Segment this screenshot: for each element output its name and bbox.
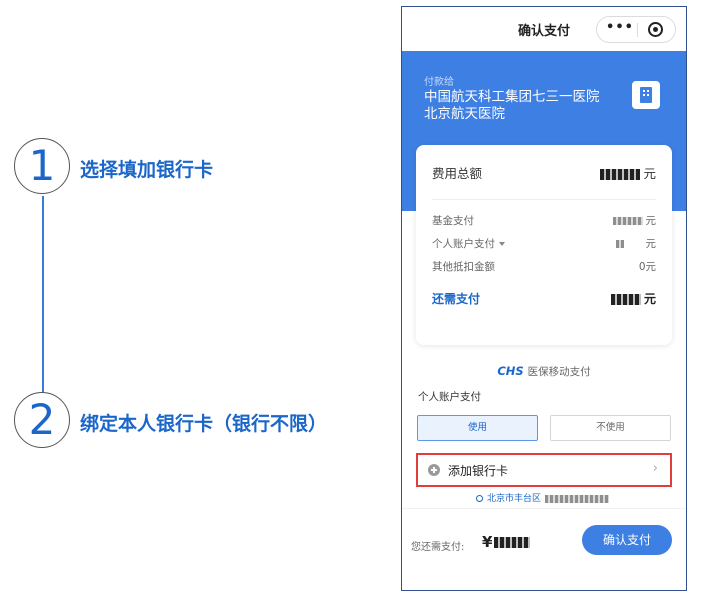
payee-name: 中国航天科工集团七三一医院 北京航天医院 [424, 89, 634, 123]
amount-due-value: 元 [610, 290, 656, 307]
step-1-number: 1 [14, 138, 70, 194]
no-use-account-button[interactable]: 不使用 [550, 415, 671, 441]
chevron-right-icon: › [652, 461, 658, 476]
total-fee-value: 元 [600, 163, 656, 182]
top-bar: 确认支付 ••• [402, 7, 686, 51]
remaining-pay-label: 您还需支付: [411, 542, 465, 553]
personal-account-payment-value: 元 [615, 236, 656, 251]
hospital-icon [632, 81, 660, 109]
total-fee-label: 费用总额 [432, 166, 483, 181]
step-2-number: 2 [14, 392, 70, 448]
chs-text: 医保移动支付 [527, 366, 591, 378]
chs-branding: CHS 医保移动支付 [402, 364, 686, 379]
phone-screen: 确认支付 ••• 付款给 中国航天科工集团七三一医院 北京航天医院 费用总额 元… [401, 6, 687, 591]
plus-circle-icon [428, 464, 440, 476]
location-pin-icon [475, 495, 483, 502]
caret-down-icon [499, 242, 505, 246]
confirm-pay-button[interactable]: 确认支付 [582, 525, 672, 555]
remaining-pay-amount: ¥ [482, 533, 533, 551]
payee-name-line1: 中国航天科工集团七三一医院 [424, 89, 600, 105]
step-connector-line [42, 196, 44, 392]
personal-account-payment-toggle[interactable]: 个人账户支付 [432, 236, 505, 251]
other-deduction-value: 0元 [638, 261, 656, 273]
payment-summary-card: 费用总额 元 基金支付 元 个人账户支付 元 其他抵扣金额 0元 还需支付 元 [416, 145, 672, 345]
close-target-icon[interactable] [648, 22, 663, 37]
chs-logo: CHS [497, 364, 524, 378]
amount-due-label: 还需支付 [432, 292, 481, 306]
fund-payment-value: 元 [612, 213, 656, 228]
use-account-button[interactable]: 使用 [417, 415, 538, 441]
step-1-text: 选择填加银行卡 [80, 159, 214, 181]
location-row: 北京市丰台区 [402, 491, 686, 504]
step-2-text: 绑定本人银行卡（银行不限） [80, 413, 328, 435]
summary-divider [432, 199, 656, 200]
fund-payment-label: 基金支付 [432, 215, 474, 227]
add-bank-card-button[interactable]: 添加银行卡 › [416, 453, 672, 487]
footer-divider [402, 508, 686, 509]
add-bank-card-label: 添加银行卡 [448, 464, 509, 478]
payee-label: 付款给 [424, 77, 454, 88]
more-menu-button[interactable]: ••• [605, 20, 635, 35]
personal-account-label: 个人账户支付 [418, 391, 481, 403]
other-deduction-label: 其他抵扣金额 [432, 261, 495, 273]
mini-program-capsule: ••• [596, 16, 676, 43]
location-text: 北京市丰台区 [486, 494, 541, 504]
payee-name-line2: 北京航天医院 [424, 106, 505, 122]
capsule-divider [637, 23, 638, 37]
